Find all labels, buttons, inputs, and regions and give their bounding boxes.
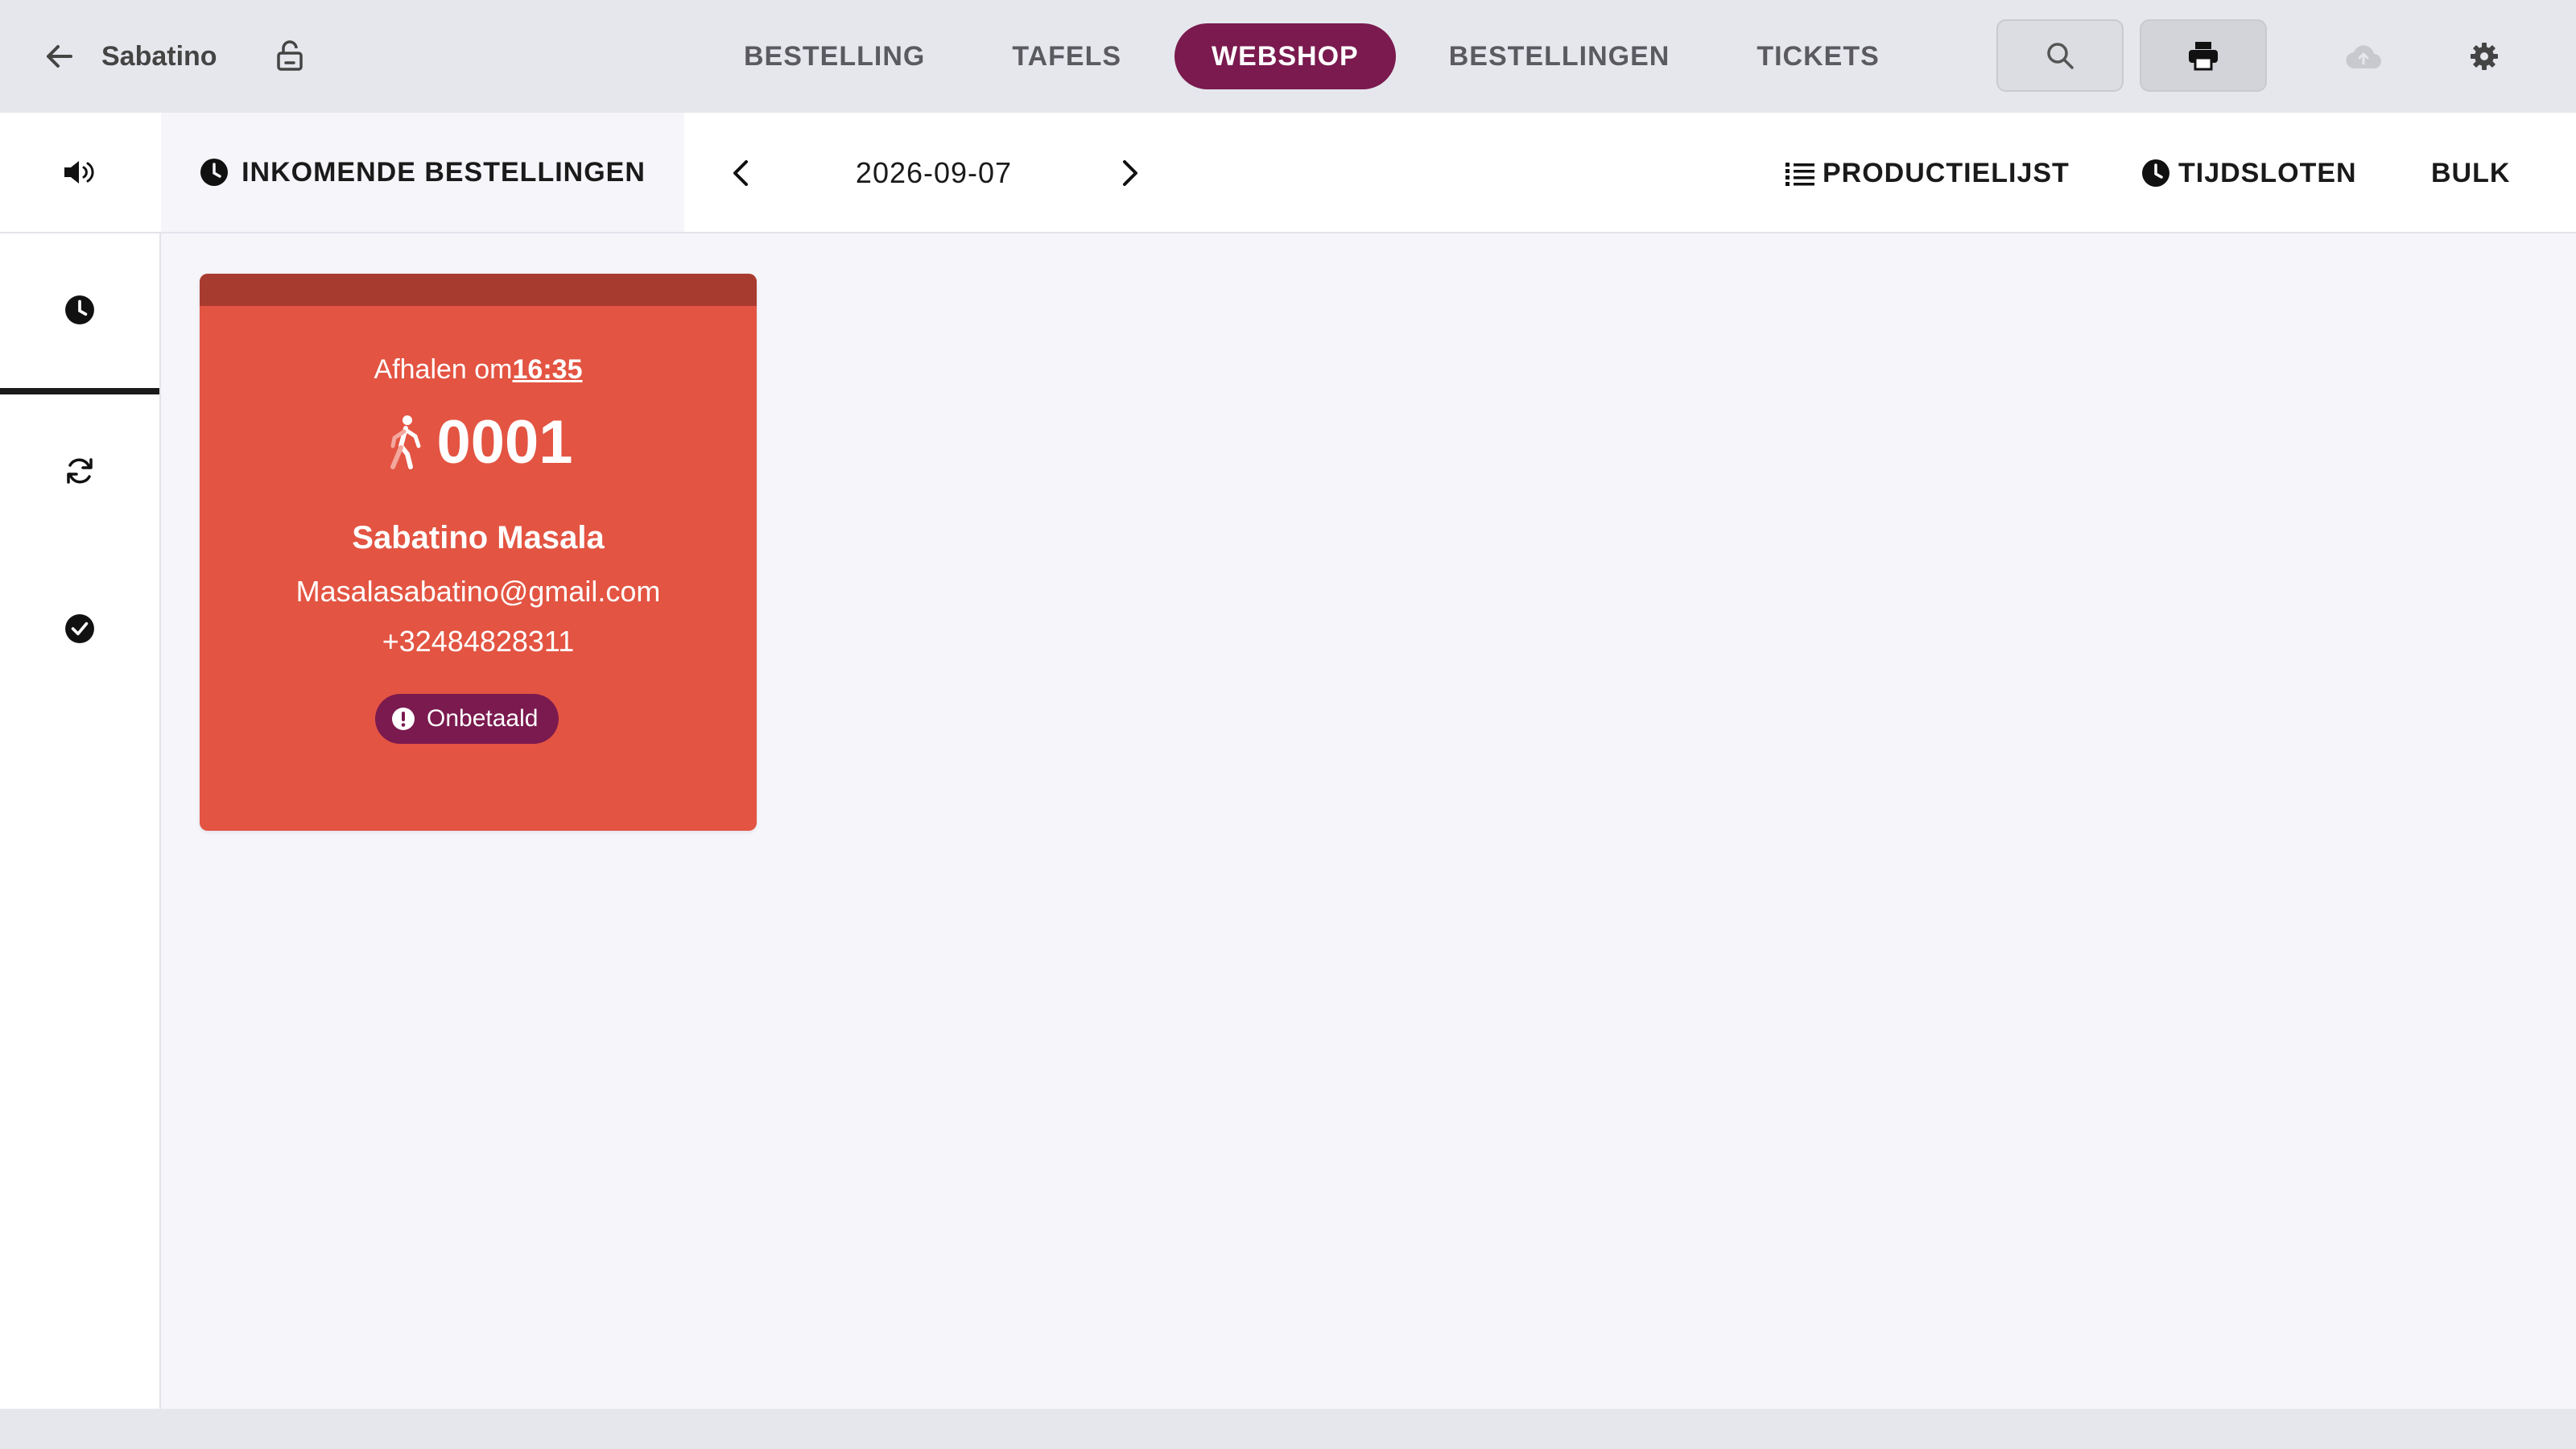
- current-date[interactable]: 2026-09-07: [813, 145, 1055, 201]
- clock-icon: [2142, 159, 2169, 187]
- sound-button[interactable]: [0, 113, 161, 232]
- chevron-right-icon: [1123, 160, 1137, 186]
- pickup-info: Afhalen om16:35: [200, 354, 757, 386]
- order-card-header: [200, 274, 757, 306]
- bulk-label: BULK: [2431, 157, 2511, 188]
- payment-status-label: Onbetaald: [427, 705, 539, 732]
- bulk-button[interactable]: BULK: [2431, 145, 2510, 201]
- list-icon: [1785, 163, 1814, 186]
- cloud-upload-icon: [2346, 45, 2381, 69]
- sidebar-item-completed[interactable]: [0, 552, 159, 705]
- productlist-label: PRODUCTIELIJST: [1823, 157, 2070, 188]
- sidebar-item-incoming[interactable]: [0, 233, 159, 386]
- active-indicator: [0, 388, 159, 394]
- lock-open-icon: [277, 40, 303, 71]
- order-number-row: 0001: [200, 407, 757, 477]
- exclamation-circle-icon: [392, 708, 415, 730]
- back-button[interactable]: [37, 35, 82, 77]
- arrow-left-icon: [47, 45, 72, 68]
- payment-status-badge: Onbetaald: [375, 694, 559, 744]
- main-tabs: BESTELLING TAFELS WEBSHOP BESTELLINGEN T…: [700, 23, 1923, 89]
- brand-name: Sabatino: [101, 41, 217, 72]
- top-bar: Sabatino BESTELLING TAFELS WEBSHOP BESTE…: [0, 0, 2576, 113]
- customer-phone: +32484828311: [382, 625, 575, 658]
- search-button[interactable]: [1996, 19, 2124, 92]
- refresh-icon: [67, 458, 93, 484]
- chevron-left-icon: [733, 160, 748, 186]
- tab-bestellingen[interactable]: BESTELLINGEN: [1406, 23, 1714, 89]
- customer-name: Sabatino Masala: [352, 520, 605, 555]
- check-circle-icon: [65, 614, 94, 643]
- gear-icon: [2471, 43, 2498, 70]
- timeslots-label: TIJDSLOTEN: [2178, 157, 2357, 188]
- customer-email: Masalasabatino@gmail.com: [295, 575, 661, 608]
- order-number: 0001: [436, 408, 573, 477]
- incoming-orders-tab[interactable]: INKOMENDE BESTELLINGEN: [161, 113, 684, 232]
- tab-tafels[interactable]: TAFELS: [968, 23, 1165, 89]
- search-icon: [2047, 43, 2074, 69]
- previous-date-button[interactable]: [708, 145, 773, 201]
- productlist-button[interactable]: PRODUCTIELIJST: [1785, 145, 2070, 201]
- clock-icon: [65, 295, 94, 324]
- order-card[interactable]: Afhalen om16:35 0001 Sabatino Masala Mas…: [200, 274, 757, 831]
- tab-bestelling[interactable]: BESTELLING: [700, 23, 968, 89]
- print-button[interactable]: [2140, 19, 2267, 92]
- pickup-time: 16:35: [512, 354, 583, 385]
- tab-webshop[interactable]: WEBSHOP: [1174, 23, 1396, 89]
- tab-tickets[interactable]: TICKETS: [1713, 23, 1922, 89]
- cloud-sync-button[interactable]: [2341, 35, 2386, 77]
- sub-header: INKOMENDE BESTELLINGEN 2026-09-07 PRODUC…: [0, 113, 2576, 233]
- incoming-orders-label: INKOMENDE BESTELLINGEN: [242, 156, 646, 188]
- lock-button[interactable]: [269, 35, 311, 77]
- pickup-label: Afhalen om: [374, 354, 513, 385]
- walking-person-icon: [390, 415, 421, 469]
- clock-icon: [200, 159, 229, 186]
- settings-button[interactable]: [2462, 35, 2507, 77]
- print-icon: [2189, 42, 2218, 71]
- status-sidebar: [0, 233, 161, 1409]
- next-date-button[interactable]: [1098, 145, 1162, 201]
- sidebar-item-in-progress[interactable]: [0, 394, 159, 547]
- timeslots-button[interactable]: TIJDSLOTEN: [2141, 145, 2357, 201]
- bottom-bar: [0, 1409, 2576, 1449]
- volume-icon: [64, 161, 94, 184]
